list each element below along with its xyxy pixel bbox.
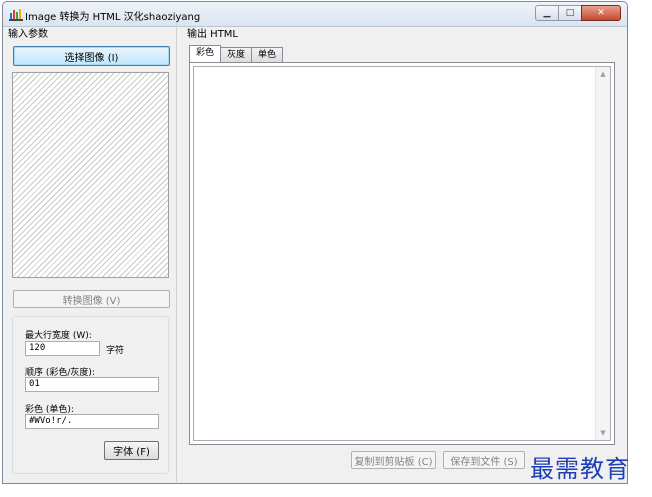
order-input[interactable]: 01	[25, 377, 159, 392]
select-image-button[interactable]: 选择图像 (I)	[13, 46, 170, 66]
vertical-scrollbar[interactable]: ▲ ▼	[595, 67, 610, 440]
title-bar[interactable]: Image 转换为 HTML 汉化shaoziyang ▁ □ ✕	[3, 2, 627, 27]
font-button[interactable]: 字体 (F)	[104, 441, 159, 460]
image-preview	[12, 72, 169, 278]
tab-grayscale[interactable]: 灰度	[220, 47, 253, 62]
window-title: Image 转换为 HTML 汉化shaoziyang	[25, 12, 201, 23]
max-width-label: 最大行宽度 (W):	[25, 331, 92, 341]
maximize-icon[interactable]: □	[558, 5, 582, 21]
output-section-label: 输出 HTML	[187, 29, 239, 40]
max-width-input[interactable]: 120	[25, 341, 100, 356]
window-controls: ▁ □ ✕	[535, 5, 621, 21]
tab-monochrome[interactable]: 单色	[251, 47, 284, 62]
app-icon	[9, 9, 23, 21]
output-tabs: 彩色 灰度 单色	[189, 45, 284, 63]
close-icon[interactable]: ✕	[581, 5, 621, 21]
tab-panel: ▲ ▼	[189, 62, 615, 445]
tab-color[interactable]: 彩色	[189, 45, 222, 62]
minimize-icon[interactable]: ▁	[535, 5, 559, 21]
copy-to-clipboard-button[interactable]: 复制到剪贴板 (C)	[351, 451, 436, 469]
max-width-unit: 字符	[106, 346, 125, 356]
html-output-textarea[interactable]: ▲ ▼	[193, 66, 611, 441]
watermark: 最需教育	[530, 455, 630, 483]
color-chars-input[interactable]: #WVo!r/.	[25, 414, 159, 429]
save-to-file-button[interactable]: 保存到文件 (S)	[443, 451, 525, 469]
convert-image-button[interactable]: 转换图像 (V)	[13, 290, 170, 308]
input-section-label: 输入参数	[8, 29, 48, 40]
scroll-down-icon[interactable]: ▼	[596, 426, 610, 440]
panel-divider	[176, 22, 177, 482]
scroll-up-icon[interactable]: ▲	[596, 67, 610, 81]
